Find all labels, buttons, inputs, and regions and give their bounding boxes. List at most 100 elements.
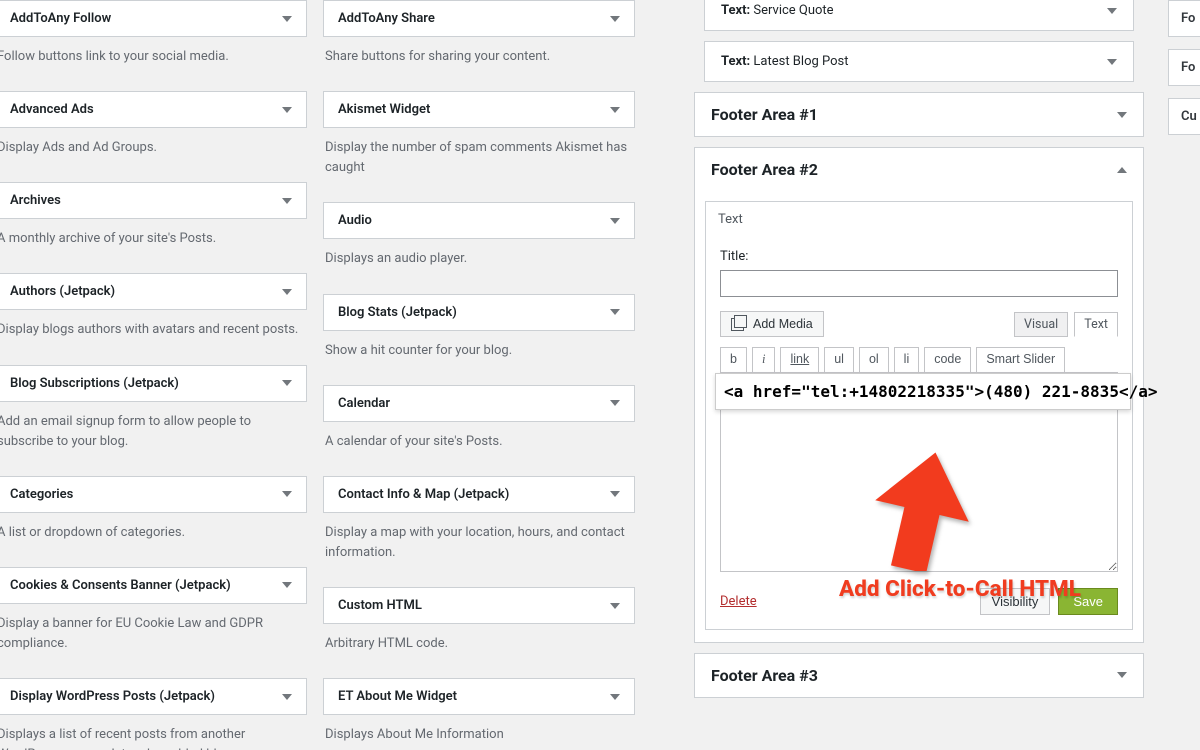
text-prefix: Text:: [721, 3, 750, 18]
widget-advanced-ads[interactable]: Advanced Ads: [0, 91, 307, 128]
widget-audio[interactable]: Audio: [323, 202, 635, 239]
widget-description: A list or dropdown of categories.: [0, 513, 307, 561]
widget-title: Audio: [338, 213, 372, 228]
italic-button[interactable]: i: [752, 347, 775, 373]
bold-button[interactable]: b: [720, 347, 747, 373]
text-prefix: Text:: [721, 54, 750, 69]
widget-title: Blog Subscriptions (Jetpack): [10, 376, 179, 391]
widget-title: Custom HTML: [338, 598, 422, 613]
smart-slider-button[interactable]: Smart Slider: [976, 347, 1065, 373]
widget-archives[interactable]: Archives: [0, 182, 307, 219]
widget-description: Displays a list of recent posts from ano…: [0, 715, 307, 750]
widget-description: A calendar of your site's Posts.: [323, 422, 635, 470]
title-label: Title:: [720, 249, 1118, 264]
footer-area-3-title: Footer Area #3: [711, 666, 818, 685]
widget-cookies-consents-banner-jetpack-[interactable]: Cookies & Consents Banner (Jetpack): [0, 567, 307, 604]
text-widget-header[interactable]: Text: [706, 202, 1132, 237]
widget-title: Akismet Widget: [338, 102, 430, 117]
chevron-down-icon: [610, 694, 620, 700]
chevron-down-icon: [610, 107, 620, 113]
text-blog: Latest Blog Post: [750, 54, 848, 69]
chevron-down-icon: [610, 491, 620, 497]
widget-description: Displays an audio player.: [323, 239, 635, 287]
delete-link[interactable]: Delete: [720, 594, 757, 609]
widget-blog-stats-jetpack-[interactable]: Blog Stats (Jetpack): [323, 294, 635, 331]
chevron-down-icon: [1107, 8, 1117, 14]
widget-title: Archives: [10, 193, 61, 208]
widget-description: Add an email signup form to allow people…: [0, 402, 307, 470]
widget-addtoany-share[interactable]: AddToAny Share: [323, 0, 635, 37]
title-input[interactable]: [720, 270, 1118, 297]
chevron-down-icon: [1117, 112, 1127, 118]
footer-area-1-title: Footer Area #1: [711, 105, 818, 124]
far-panel-2[interactable]: Fo: [1168, 49, 1200, 86]
tab-text[interactable]: Text: [1074, 312, 1118, 337]
widget-text-latest-blog[interactable]: Text: Latest Blog Post: [704, 41, 1134, 82]
widget-et-about-me-widget[interactable]: ET About Me Widget: [323, 678, 635, 715]
widget-display-wordpress-posts-jetpack-[interactable]: Display WordPress Posts (Jetpack): [0, 678, 307, 715]
footer-area-2-panel: Footer Area #2 Text Title: Add Media Vis…: [694, 147, 1144, 643]
chevron-down-icon: [282, 491, 292, 497]
callout-text: Add Click-to-Call HTML: [839, 576, 1081, 602]
chevron-down-icon: [282, 694, 292, 700]
text-widget-title: Text: [718, 212, 743, 227]
add-media-button[interactable]: Add Media: [720, 311, 824, 337]
widget-title: Blog Stats (Jetpack): [338, 305, 457, 320]
widget-description: Arbitrary HTML code.: [323, 624, 635, 672]
chevron-down-icon: [282, 380, 292, 386]
widget-text-service-quote[interactable]: Text: Service Quote: [704, 0, 1134, 31]
widget-description: A monthly archive of your site's Posts.: [0, 219, 307, 267]
chevron-down-icon: [282, 289, 292, 295]
chevron-down-icon: [610, 603, 620, 609]
tab-visual[interactable]: Visual: [1014, 312, 1068, 337]
widget-description: Display blogs authors with avatars and r…: [0, 310, 307, 358]
widget-akismet-widget[interactable]: Akismet Widget: [323, 91, 635, 128]
widget-title: Display WordPress Posts (Jetpack): [10, 689, 215, 704]
code-sample-overlay: <a href="tel:+14802218335">(480) 221-883…: [715, 373, 1131, 410]
text-widget-open: Text Title: Add Media Visual Text b i li…: [705, 201, 1133, 630]
code-button[interactable]: code: [924, 347, 971, 373]
ol-button[interactable]: ol: [859, 347, 889, 373]
widget-calendar[interactable]: Calendar: [323, 385, 635, 422]
chevron-down-icon: [282, 107, 292, 113]
widget-custom-html[interactable]: Custom HTML: [323, 587, 635, 624]
chevron-down-icon: [610, 309, 620, 315]
chevron-down-icon: [1117, 672, 1127, 678]
widget-title: Calendar: [338, 396, 390, 411]
widget-title: Categories: [10, 487, 73, 502]
chevron-down-icon: [282, 582, 292, 588]
chevron-down-icon: [610, 218, 620, 224]
widget-description: Display Ads and Ad Groups.: [0, 128, 307, 176]
widget-title: ET About Me Widget: [338, 689, 457, 704]
chevron-down-icon: [282, 198, 292, 204]
media-icon: [731, 317, 747, 331]
footer-area-2-title: Footer Area #2: [711, 160, 818, 179]
footer-area-3-panel[interactable]: Footer Area #3: [694, 653, 1144, 698]
widget-addtoany-follow[interactable]: AddToAny Follow: [0, 0, 307, 37]
widget-description: Display a map with your location, hours,…: [323, 513, 635, 581]
ul-button[interactable]: ul: [824, 347, 854, 373]
widget-blog-subscriptions-jetpack-[interactable]: Blog Subscriptions (Jetpack): [0, 365, 307, 402]
widget-authors-jetpack-[interactable]: Authors (Jetpack): [0, 273, 307, 310]
chevron-up-icon: [1117, 167, 1127, 173]
chevron-down-icon: [282, 16, 292, 22]
footer-area-1-panel[interactable]: Footer Area #1: [694, 92, 1144, 137]
far-panel-1[interactable]: Fo: [1168, 0, 1200, 37]
footer-area-2-header[interactable]: Footer Area #2: [695, 148, 1143, 191]
chevron-down-icon: [610, 400, 620, 406]
chevron-down-icon: [1107, 59, 1117, 65]
widget-title: Cookies & Consents Banner (Jetpack): [10, 578, 231, 593]
widget-description: Display the number of spam comments Akis…: [323, 128, 635, 196]
far-panel-3[interactable]: Cu: [1168, 98, 1200, 135]
widget-contact-info-map-jetpack-[interactable]: Contact Info & Map (Jetpack): [323, 476, 635, 513]
li-button[interactable]: li: [894, 347, 920, 373]
widget-title: Contact Info & Map (Jetpack): [338, 487, 509, 502]
widget-title: AddToAny Share: [338, 11, 435, 26]
link-button[interactable]: link: [780, 347, 819, 373]
widget-categories[interactable]: Categories: [0, 476, 307, 513]
widget-description: Show a hit counter for your blog.: [323, 331, 635, 379]
widget-description: Displays About Me Information: [323, 715, 635, 750]
widget-description: Share buttons for sharing your content.: [323, 37, 635, 85]
chevron-down-icon: [610, 16, 620, 22]
widget-description: Follow buttons link to your social media…: [0, 37, 307, 85]
